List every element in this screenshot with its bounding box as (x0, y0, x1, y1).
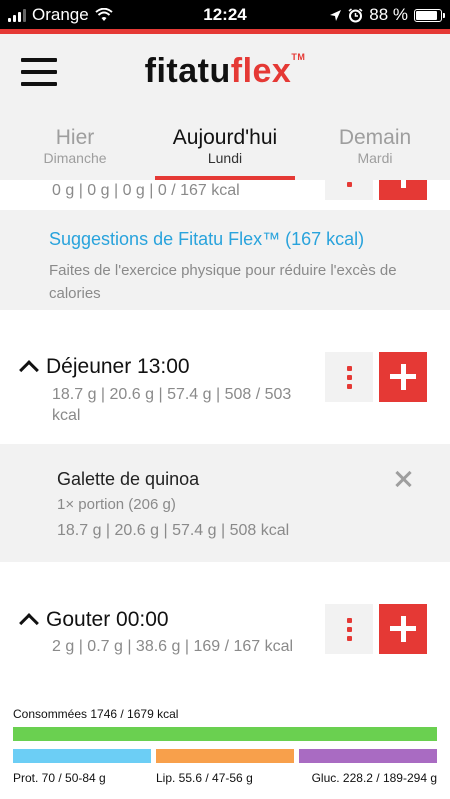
add-food-button[interactable] (379, 180, 427, 200)
status-bar: Orange 12:24 88 % (0, 0, 450, 29)
location-icon (330, 9, 342, 21)
meal-macros: 18.7 g | 20.6 g | 57.4 g | 508 / 503 kca… (52, 386, 292, 424)
meal-card-gouter: Gouter 00:00 2 g | 0.7 g | 38.6 g | 169 … (0, 562, 450, 700)
suggestion-text: Faites de l'exercice physique pour rédui… (49, 262, 397, 302)
tab-yesterday[interactable]: Hier Dimanche (0, 126, 150, 180)
meal-title: Gouter 00:00 (46, 608, 169, 631)
more-options-button[interactable] (325, 180, 373, 200)
close-icon[interactable] (393, 469, 413, 489)
alarm-icon (348, 7, 363, 22)
tab-label: Demain (338, 126, 412, 149)
add-food-button[interactable] (379, 604, 427, 654)
suggestion-link[interactable]: Suggestions de Fitatu Flex™ (167 kcal) (49, 229, 364, 250)
battery-icon (414, 8, 445, 22)
meal-title: Déjeuner 13:00 (46, 355, 190, 378)
consumed-label: Consommées 1746 / 1679 kcal (13, 707, 179, 721)
more-options-button[interactable] (325, 604, 373, 654)
app-header: fitatuflexTM Hier Dimanche Aujourd'hui L… (0, 34, 450, 180)
meal-macros: 2 g | 0.7 g | 38.6 g | 169 / 167 kcal (52, 638, 294, 655)
protein-label: Prot. 70 / 50-84 g (13, 771, 106, 785)
tab-sublabel: Lundi (207, 150, 243, 166)
meal-header[interactable]: Gouter 00:00 (19, 608, 169, 633)
tab-label: Hier (55, 126, 95, 149)
food-item-card[interactable]: Galette de quinoa 1× portion (206 g) 18.… (0, 444, 450, 562)
tab-today[interactable]: Aujourd'hui Lundi (150, 126, 300, 180)
tab-label: Aujourd'hui (172, 126, 278, 149)
meal-list[interactable]: 0 g | 0 g | 0 g | 0 / 167 kcal Suggestio… (0, 180, 450, 700)
status-right: 88 % (329, 5, 445, 25)
more-options-button[interactable] (325, 352, 373, 402)
calories-bar (13, 727, 437, 741)
food-portion: 1× portion (206 g) (57, 496, 176, 513)
suggestion-card: Suggestions de Fitatu Flex™ (167 kcal) F… (0, 210, 450, 310)
lipid-bar (156, 749, 294, 763)
app-logo: fitatuflexTM (144, 52, 306, 90)
add-food-button[interactable] (379, 352, 427, 402)
lipid-label: Lip. 55.6 / 47-56 g (156, 771, 253, 785)
protein-bar (13, 749, 151, 763)
meal-card-previous: 0 g | 0 g | 0 g | 0 / 167 kcal (0, 180, 450, 210)
glucid-bar (299, 749, 437, 763)
food-macros: 18.7 g | 20.6 g | 57.4 g | 508 kcal (57, 522, 290, 539)
day-tabs: Hier Dimanche Aujourd'hui Lundi Demain M… (0, 126, 450, 180)
glucid-label: Gluc. 228.2 / 189-294 g (311, 771, 437, 785)
tab-sublabel: Mardi (357, 150, 393, 166)
chevron-up-icon (19, 613, 39, 633)
tab-sublabel: Dimanche (43, 150, 107, 166)
meal-macros: 0 g | 0 g | 0 g | 0 / 167 kcal (52, 182, 240, 199)
battery-label: 88 % (369, 5, 408, 24)
tab-tomorrow[interactable]: Demain Mardi (300, 126, 450, 180)
chevron-up-icon (19, 360, 39, 380)
food-name: Galette de quinoa (57, 469, 200, 489)
nutrition-summary[interactable]: Consommées 1746 / 1679 kcal Prot. 70 / 5… (0, 700, 450, 799)
meal-card-dejeuner: Déjeuner 13:00 18.7 g | 20.6 g | 57.4 g … (0, 310, 450, 444)
meal-header[interactable]: Déjeuner 13:00 (19, 355, 190, 380)
